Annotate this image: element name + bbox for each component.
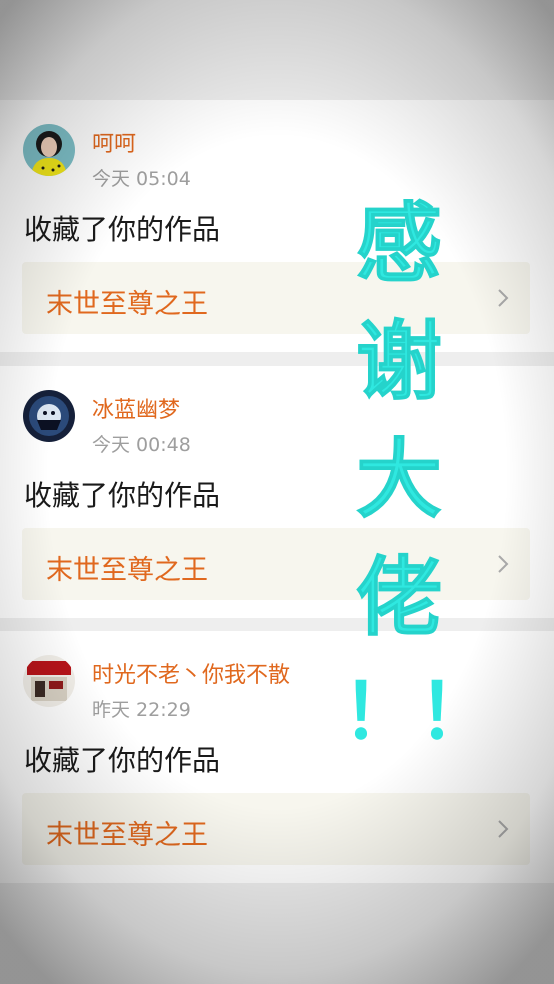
handwritten-thanks-overlay: 感 谢 大 佬	[356, 185, 496, 657]
handwritten-exclamation: ！！	[342, 667, 494, 756]
timestamp: 今天 05:04	[92, 168, 191, 190]
user-name[interactable]: 呵呵	[92, 126, 136, 158]
chevron-right-icon	[498, 289, 509, 307]
action-text: 收藏了你的作品	[24, 479, 221, 512]
overlay-char: 大	[356, 430, 443, 531]
timestamp: 昨天 22:29	[92, 699, 191, 721]
chevron-right-icon	[498, 555, 509, 573]
overlay-char: 感	[356, 194, 443, 295]
work-title: 末世至尊之王	[46, 289, 208, 320]
user-name[interactable]: 时光不老丶你我不散	[92, 657, 290, 689]
work-link[interactable]: 末世至尊之王	[22, 793, 530, 865]
action-text: 收藏了你的作品	[24, 744, 221, 777]
chevron-right-icon	[498, 820, 509, 838]
avatar[interactable]	[23, 390, 75, 442]
overlay-char: 佬	[356, 548, 443, 649]
action-text: 收藏了你的作品	[24, 213, 221, 246]
work-title: 末世至尊之王	[46, 820, 208, 851]
timestamp: 今天 00:48	[92, 434, 191, 456]
avatar[interactable]	[23, 655, 75, 707]
avatar[interactable]	[23, 124, 75, 176]
work-title: 末世至尊之王	[46, 555, 208, 586]
overlay-char: 谢	[356, 312, 443, 413]
user-name[interactable]: 冰蓝幽梦	[92, 392, 180, 424]
